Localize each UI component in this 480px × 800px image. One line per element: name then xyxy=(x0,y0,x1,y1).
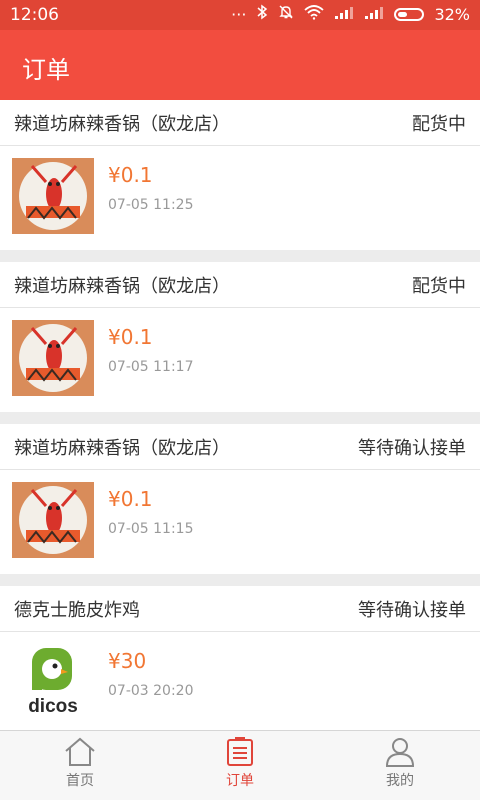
battery-icon xyxy=(394,7,425,21)
tab-label: 订单 xyxy=(226,773,254,789)
order-price: ¥0.1 xyxy=(108,163,153,187)
order-card[interactable]: 辣道坊麻辣香锅（欧龙店） 配货中 ¥0.1 07-05 11:17 xyxy=(0,262,480,412)
order-time: 07-05 11:25 xyxy=(108,197,194,213)
order-price: ¥0.1 xyxy=(108,325,153,349)
order-price: ¥30 xyxy=(108,649,147,673)
crayfish-logo xyxy=(12,158,94,234)
status-time: 12:06 xyxy=(10,5,59,25)
crayfish-logo xyxy=(12,320,94,396)
order-card-header: 辣道坊麻辣香锅（欧龙店） 配货中 xyxy=(0,262,480,308)
battery-percent: 32% xyxy=(434,4,470,24)
wifi-icon xyxy=(304,4,325,24)
order-status: 等待确认接单 xyxy=(358,599,466,621)
store-name: 辣道坊麻辣香锅（欧龙店） xyxy=(14,113,230,135)
tab-home[interactable]: 首页 xyxy=(0,731,160,800)
mute-icon xyxy=(278,4,294,24)
order-card[interactable]: 辣道坊麻辣香锅（欧龙店） 等待确认接单 ¥0.1 07-05 11:15 xyxy=(0,424,480,574)
home-icon xyxy=(65,737,95,766)
tab-label: 首页 xyxy=(66,773,94,789)
order-card-body[interactable]: dicos ¥30 07-03 20:20 xyxy=(0,632,480,730)
status-bar: 12:06 ··· 32% xyxy=(0,0,480,30)
signal-icon xyxy=(334,5,354,24)
order-status: 等待确认接单 xyxy=(358,437,466,459)
page-title: 订单 xyxy=(22,56,70,84)
bluetooth-icon xyxy=(256,4,268,24)
order-time: 07-03 20:20 xyxy=(108,683,194,699)
tab-label: 我的 xyxy=(386,773,414,789)
order-card-body[interactable]: ¥0.1 07-05 11:17 xyxy=(0,308,480,412)
order-card[interactable]: 辣道坊麻辣香锅（欧龙店） 配货中 ¥0.1 07-05 11:25 xyxy=(0,100,480,250)
store-name: 辣道坊麻辣香锅（欧龙店） xyxy=(14,275,230,297)
order-list[interactable]: 辣道坊麻辣香锅（欧龙店） 配货中 ¥0.1 07-05 11:25 辣道坊麻辣香… xyxy=(0,100,480,730)
order-card-header: 德克士脆皮炸鸡 等待确认接单 xyxy=(0,586,480,632)
order-card-header: 辣道坊麻辣香锅（欧龙店） 等待确认接单 xyxy=(0,424,480,470)
order-card-body[interactable]: ¥0.1 07-05 11:25 xyxy=(0,146,480,250)
app-bar: 订单 xyxy=(0,30,480,100)
dicos-logo-text: dicos xyxy=(28,696,78,717)
dicos-logo: dicos xyxy=(12,644,94,720)
more-icon: ··· xyxy=(231,4,247,24)
order-card-header: 辣道坊麻辣香锅（欧龙店） 配货中 xyxy=(0,100,480,146)
store-name: 辣道坊麻辣香锅（欧龙店） xyxy=(14,437,230,459)
order-icon xyxy=(227,737,253,766)
order-time: 07-05 11:15 xyxy=(108,521,194,537)
signal-icon-2 xyxy=(364,5,384,24)
order-card[interactable]: 德克士脆皮炸鸡 等待确认接单 dicos ¥30 07-03 20:20 xyxy=(0,586,480,730)
order-status: 配货中 xyxy=(412,275,466,297)
bottom-tab-bar: 首页 订单 我的 xyxy=(0,730,480,800)
status-icons: ··· 32% xyxy=(231,4,470,24)
order-card-body[interactable]: ¥0.1 07-05 11:15 xyxy=(0,470,480,574)
store-name: 德克士脆皮炸鸡 xyxy=(14,599,140,621)
crayfish-logo xyxy=(12,482,94,558)
tab-profile[interactable]: 我的 xyxy=(320,731,480,800)
tab-orders[interactable]: 订单 xyxy=(160,731,320,800)
user-icon xyxy=(385,738,415,767)
order-time: 07-05 11:17 xyxy=(108,359,194,375)
order-price: ¥0.1 xyxy=(108,487,153,511)
order-status: 配货中 xyxy=(412,113,466,135)
